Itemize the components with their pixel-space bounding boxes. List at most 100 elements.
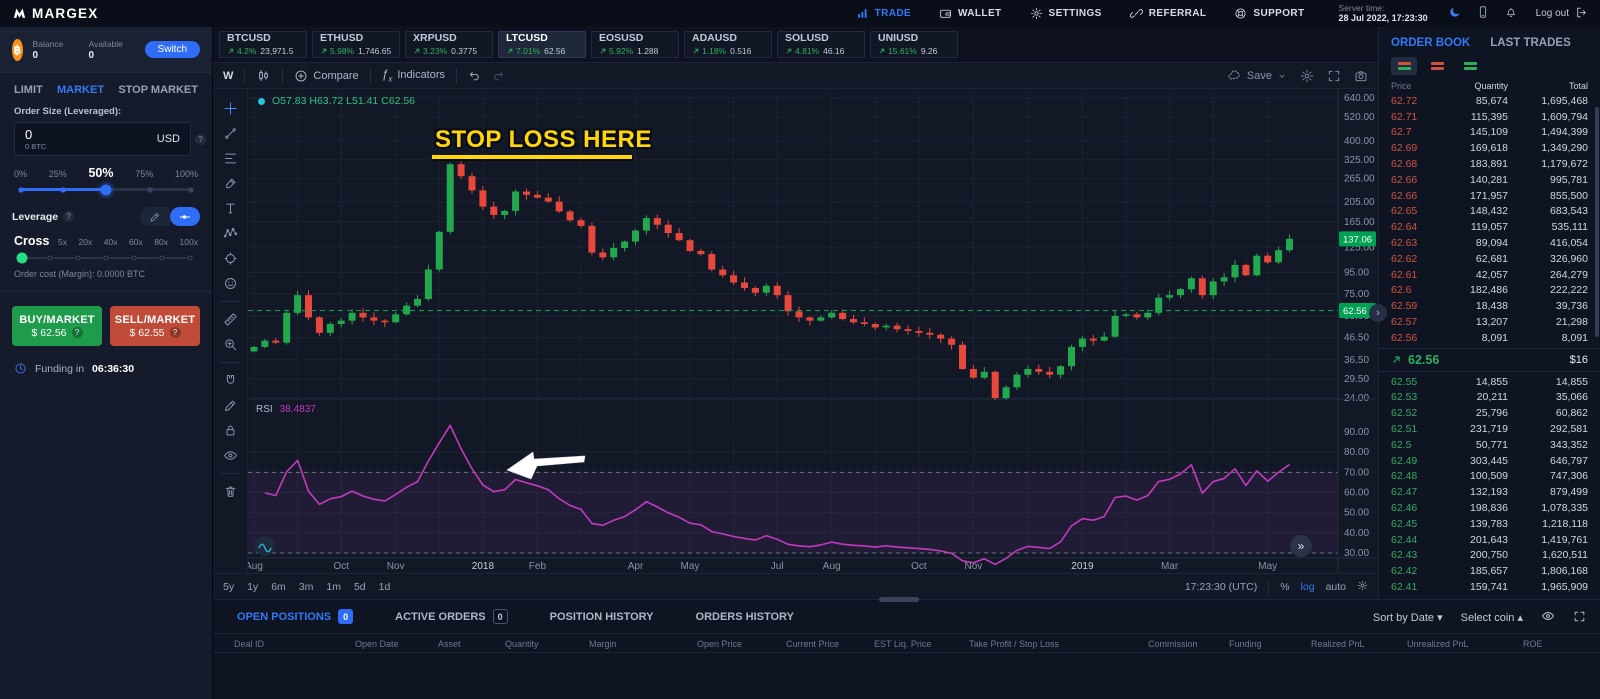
order-book-row[interactable]: 62.46198,8361,078,335 <box>1379 500 1600 516</box>
order-book-row[interactable]: 62.6262,681326,960 <box>1379 251 1600 267</box>
chart-settings-icon[interactable] <box>1300 69 1314 83</box>
leverage-edit-button[interactable] <box>140 207 170 226</box>
tool-draw-lock[interactable] <box>213 393 247 418</box>
fullscreen-icon[interactable] <box>1327 69 1341 83</box>
range-1d[interactable]: 1d <box>379 581 391 593</box>
timeframe-button[interactable]: W <box>223 70 233 82</box>
leverage-mark-100x[interactable]: 100x <box>180 237 198 247</box>
order-tab-limit[interactable]: LIMIT <box>14 84 43 96</box>
axis-settings-icon[interactable] <box>1357 580 1368 594</box>
order-book-row[interactable]: 62.5713,20721,298 <box>1379 314 1600 330</box>
size-mark-100%[interactable]: 100% <box>175 169 198 179</box>
toggle-visibility-icon[interactable] <box>1541 609 1555 626</box>
range-3m[interactable]: 3m <box>299 581 314 593</box>
order-size-input[interactable]: 0 0 BTC USD <box>14 122 191 156</box>
ticker-uniusd[interactable]: UNIUSD15.61%9.26 <box>870 31 958 58</box>
leverage-mark-20x[interactable]: 20x <box>79 237 93 247</box>
buy-help-icon[interactable]: ? <box>72 327 83 338</box>
switch-button[interactable]: Switch <box>145 41 200 58</box>
ticker-adausd[interactable]: ADAUSD1.18%0.516 <box>684 31 772 58</box>
order-book-row[interactable]: 62.47132,193879,499 <box>1379 484 1600 500</box>
order-book-row[interactable]: 62.49303,445646,797 <box>1379 453 1600 469</box>
leverage-help-icon[interactable]: ? <box>63 211 74 222</box>
order-book-scrollbar[interactable] <box>1595 107 1599 337</box>
tool-trend-line[interactable] <box>213 121 247 146</box>
margex-logo[interactable]: MARGEX <box>12 6 98 21</box>
order-book-row[interactable]: 62.42185,6571,806,168 <box>1379 563 1600 579</box>
auto-scale-button[interactable]: auto <box>1326 581 1346 593</box>
order-book-row[interactable]: 62.6389,094416,054 <box>1379 235 1600 251</box>
positions-tab-active-orders[interactable]: ACTIVE ORDERS0 <box>395 609 507 624</box>
order-book-row[interactable]: 62.51231,719292,581 <box>1379 421 1600 437</box>
size-slider[interactable] <box>19 188 193 191</box>
order-size-help-icon[interactable]: ? <box>195 134 206 145</box>
buy-market-button[interactable]: BUY/MARKET $ 62.56? <box>12 306 102 346</box>
order-book-row[interactable]: 62.45139,7831,218,118 <box>1379 516 1600 532</box>
chart-style-button[interactable] <box>256 68 271 83</box>
range-6m[interactable]: 6m <box>271 581 286 593</box>
nav-settings[interactable]: SETTINGS <box>1030 7 1102 20</box>
ticker-btcusd[interactable]: BTCUSD4.2%23,971.5 <box>219 31 307 58</box>
order-book-row[interactable]: 62.5918,43839,736 <box>1379 298 1600 314</box>
compare-button[interactable]: Compare <box>294 69 358 83</box>
leverage-mark-60x[interactable]: 60x <box>129 237 143 247</box>
tool-fib-retracement[interactable] <box>213 146 247 171</box>
theme-moon-icon[interactable] <box>1448 5 1462 22</box>
order-book-row[interactable]: 62.7285,6741,695,468 <box>1379 93 1600 109</box>
order-tab-stop-market[interactable]: STOP MARKET <box>118 84 198 96</box>
order-book-row[interactable]: 62.550,771343,352 <box>1379 437 1600 453</box>
order-book-row[interactable]: 62.6182,486222,222 <box>1379 283 1600 299</box>
chart-clock[interactable]: 17:23:30 (UTC) <box>1185 581 1257 593</box>
range-1m[interactable]: 1m <box>326 581 341 593</box>
sell-help-icon[interactable]: ? <box>170 327 181 338</box>
ob-tab-order-book[interactable]: ORDER BOOK <box>1391 37 1470 49</box>
ob-mode-2-icon[interactable] <box>1457 57 1483 75</box>
nav-trade[interactable]: TRADE <box>856 7 911 20</box>
range-5d[interactable]: 5d <box>354 581 366 593</box>
tool-ruler[interactable] <box>213 307 247 332</box>
redo-button[interactable] <box>492 69 505 82</box>
tool-emoji[interactable] <box>213 271 247 296</box>
margin-mode-label[interactable]: Cross <box>14 234 58 248</box>
nav-support[interactable]: SUPPORT <box>1234 7 1304 20</box>
panel-resize-handle[interactable] <box>879 597 919 602</box>
price-chart-canvas[interactable]: 640.00520.00400.00325.00265.00205.00165.… <box>248 89 1378 573</box>
positions-tab-orders-history[interactable]: ORDERS HISTORY <box>696 611 794 623</box>
order-book-row[interactable]: 62.64119,057535,111 <box>1379 219 1600 235</box>
undo-button[interactable] <box>468 69 481 82</box>
leverage-mark-40x[interactable]: 40x <box>104 237 118 247</box>
logout-button[interactable]: Log out <box>1536 6 1588 22</box>
order-book-row[interactable]: 62.66171,957855,500 <box>1379 188 1600 204</box>
tool-trash[interactable] <box>213 479 247 504</box>
nav-wallet[interactable]: WALLET <box>939 7 1002 20</box>
mobile-app-icon[interactable] <box>1476 5 1490 22</box>
tool-xabcd-pattern[interactable] <box>213 221 247 246</box>
order-book-row[interactable]: 62.65148,432683,543 <box>1379 204 1600 220</box>
ob-mode-1-icon[interactable] <box>1424 57 1450 75</box>
snapshot-camera-icon[interactable] <box>1354 69 1368 83</box>
order-book-row[interactable]: 62.48100,509747,306 <box>1379 469 1600 485</box>
order-book-row[interactable]: 62.5514,85514,855 <box>1379 374 1600 390</box>
sort-by-date-dropdown[interactable]: Sort by Date ▾ <box>1373 611 1443 624</box>
tool-forecast[interactable] <box>213 246 247 271</box>
ticker-solusd[interactable]: SOLUSD4.81%46.16 <box>777 31 865 58</box>
tool-brush[interactable] <box>213 171 247 196</box>
order-tab-market[interactable]: MARKET <box>57 84 104 96</box>
tool-magnet[interactable] <box>213 368 247 393</box>
positions-tab-position-history[interactable]: POSITION HISTORY <box>550 611 654 623</box>
order-book-row[interactable]: 62.71115,3951,609,794 <box>1379 109 1600 125</box>
notifications-bell-icon[interactable] <box>1504 5 1518 22</box>
leverage-slider[interactable] <box>19 257 193 259</box>
size-mark-50%[interactable]: 50% <box>88 166 113 180</box>
select-coin-dropdown[interactable]: Select coin ▴ <box>1461 611 1523 624</box>
ticker-ethusd[interactable]: ETHUSD5.98%1,746.65 <box>312 31 400 58</box>
order-book-row[interactable]: 62.43200,7501,620,511 <box>1379 548 1600 564</box>
order-book-row[interactable]: 62.7145,1091,494,399 <box>1379 125 1600 141</box>
sell-market-button[interactable]: SELL/MARKET $ 62.55? <box>110 306 200 346</box>
tool-crosshair[interactable] <box>213 96 247 121</box>
order-book-row[interactable]: 62.68183,8911,179,672 <box>1379 156 1600 172</box>
range-1y[interactable]: 1y <box>247 581 258 593</box>
ob-mode-0-icon[interactable] <box>1391 57 1417 75</box>
order-book-row[interactable]: 62.69169,6181,349,290 <box>1379 140 1600 156</box>
leverage-mark-5x[interactable]: 5x <box>58 237 67 247</box>
